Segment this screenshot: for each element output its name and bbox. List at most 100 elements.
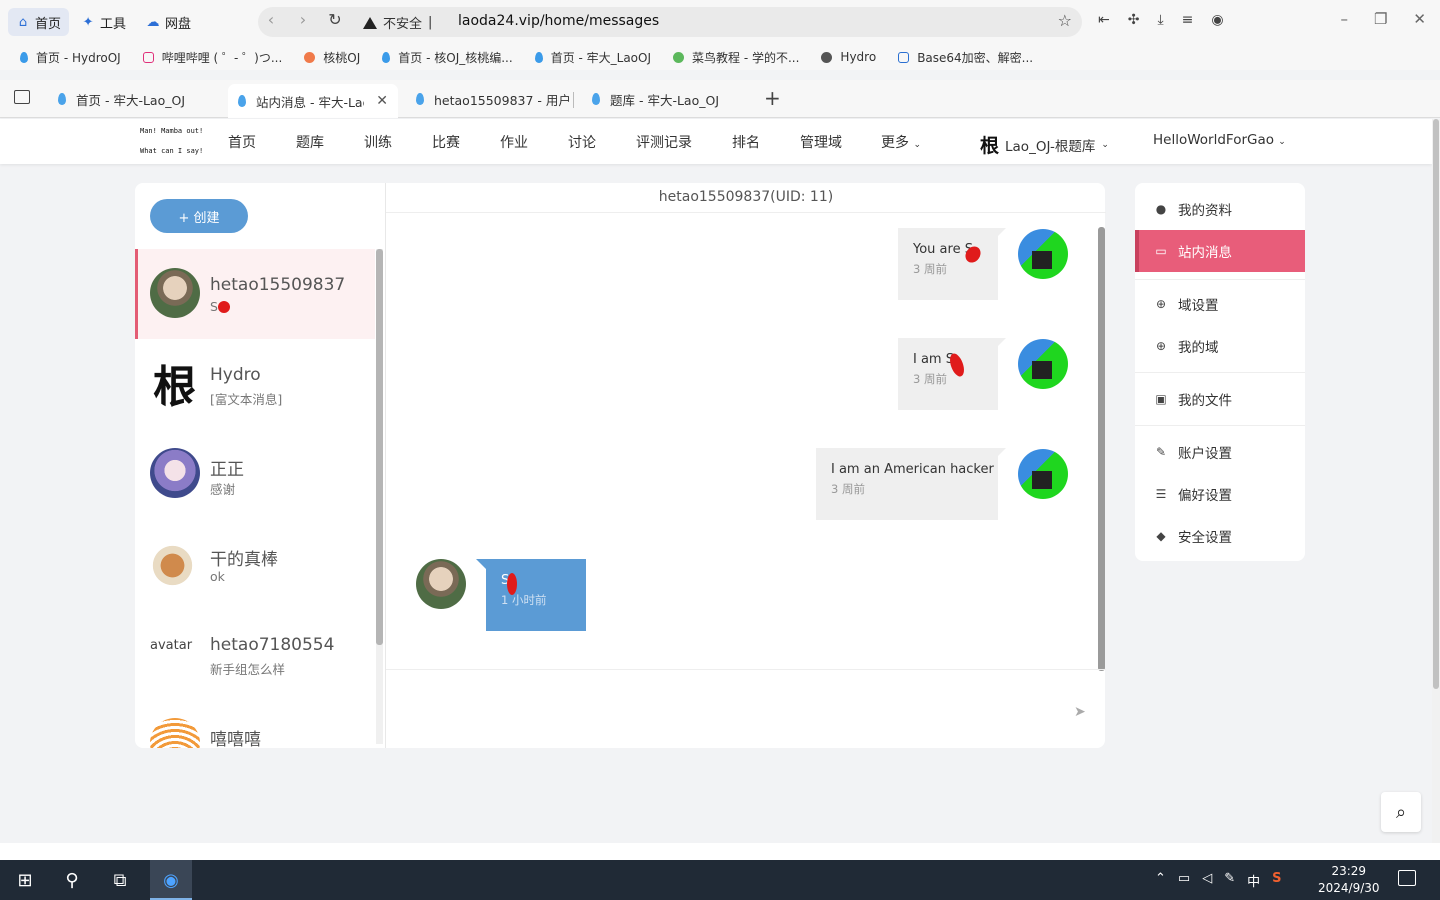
sogou-icon[interactable]: S: [1272, 871, 1281, 890]
close-tab-icon[interactable]: ✕: [376, 93, 388, 109]
tab-sidebar-icon[interactable]: [14, 90, 30, 104]
avatar: avatar: [150, 638, 193, 653]
nav-more-dropdown[interactable]: 更多 ⌄: [881, 132, 921, 152]
create-message-button[interactable]: + 创建: [150, 199, 248, 233]
menu-my-files[interactable]: ▣ 我的文件: [1135, 378, 1305, 420]
tab-messages[interactable]: 站内消息 - 牢大-Lao ✕: [228, 84, 398, 118]
back-icon[interactable]: ‹: [262, 10, 280, 29]
conversation-name: Hydro: [210, 365, 261, 385]
message-list: You are S 3 周前 I am S 3 周前 I am an Ameri…: [386, 213, 1096, 669]
extensions-icon[interactable]: ✣: [1128, 12, 1140, 28]
tab-user[interactable]: hetao15509837 - 用户: [406, 84, 576, 114]
clock[interactable]: 23:29 2024/9/30: [1318, 863, 1380, 897]
conversation-name: 嘻嘻嘻: [210, 730, 261, 748]
user-menu[interactable]: HelloWorldForGao ⌄: [1153, 132, 1286, 148]
search-icon[interactable]: ⌕: [1381, 792, 1421, 832]
bookmark[interactable]: 首页 - HydroOJ: [20, 49, 121, 66]
download-icon[interactable]: ⤓: [1157, 12, 1163, 28]
notification-icon[interactable]: [1398, 870, 1416, 886]
url-text[interactable]: laoda24.vip/home/messages: [458, 13, 659, 29]
cloud-pill-label: 网盘: [165, 16, 192, 32]
nav-records[interactable]: 评测记录: [636, 132, 692, 152]
conversation-item[interactable]: 嘻嘻嘻: [135, 699, 375, 748]
tab-home[interactable]: 首页 - 牢大-Lao_OJ: [48, 84, 218, 114]
globe-icon: ⊕: [1155, 339, 1167, 353]
avatar: [1018, 339, 1068, 389]
conversation-item[interactable]: 干的真棒 ok: [135, 519, 375, 609]
nav-contest[interactable]: 比赛: [432, 132, 460, 152]
search-icon[interactable]: ⚲: [60, 868, 84, 892]
drop-icon: [238, 95, 246, 107]
conversation-item[interactable]: 根 Hydro [富文本消息]: [135, 339, 375, 429]
user-side-menu: ● 我的资料 ▭ 站内消息 ⊕ 域设置 ⊕ 我的域 ▣ 我的文件 ✎ 账户设置 …: [1135, 183, 1305, 561]
ime-indicator[interactable]: 中: [1247, 871, 1260, 890]
volume-icon[interactable]: ◁: [1202, 871, 1212, 890]
close-window-icon[interactable]: ✕: [1413, 10, 1426, 28]
bookmark[interactable]: 菜鸟教程 - 学的不...: [673, 49, 799, 66]
restore-icon[interactable]: ❐: [1374, 10, 1387, 28]
task-view-icon[interactable]: ⧉: [108, 868, 132, 892]
menu-profile[interactable]: ● 我的资料: [1135, 188, 1305, 230]
scrollbar-thumb[interactable]: [376, 249, 383, 645]
bookmark[interactable]: 首页 - 牢大_LaoOJ: [534, 49, 651, 66]
tools-pill[interactable]: ✦ 工具: [73, 8, 134, 36]
nav-homework[interactable]: 作业: [500, 132, 528, 152]
page-scrollbar[interactable]: [1432, 119, 1440, 843]
network-icon[interactable]: ▭: [1178, 871, 1190, 890]
nav-ranking[interactable]: 排名: [732, 132, 760, 152]
bookmark-star-icon[interactable]: ☆: [1058, 11, 1072, 30]
reader-icon[interactable]: ⇤: [1098, 12, 1110, 28]
tools-pill-label: 工具: [100, 16, 127, 32]
bookmark[interactable]: Base64加密、解密...: [898, 49, 1033, 66]
bookmark[interactable]: 哔哩哔哩 ( ゜- ゜)つ...: [142, 49, 282, 66]
conversation-item[interactable]: avatar hetao7180554 新手组怎么样: [135, 609, 375, 699]
conversation-item[interactable]: 正正 感谢: [135, 429, 375, 519]
pen-icon[interactable]: ✎: [1224, 871, 1235, 890]
base64-icon: [898, 51, 910, 63]
taskbar-browser-button[interactable]: ◉: [150, 860, 192, 900]
message-input[interactable]: ➤: [386, 669, 1106, 748]
tools-icon: ✦: [82, 14, 94, 30]
menu-my-domains[interactable]: ⊕ 我的域: [1135, 325, 1305, 367]
avatar: [150, 538, 200, 588]
windows-start-icon[interactable]: ⊞: [13, 868, 37, 892]
tab-label: 站内消息 - 牢大-Lao: [256, 94, 365, 110]
cloud-pill[interactable]: ☁ 网盘: [138, 8, 199, 36]
menu-security[interactable]: ◆ 安全设置: [1135, 515, 1305, 557]
bookmark[interactable]: 核桃OJ: [304, 49, 360, 66]
minimize-icon[interactable]: –: [1340, 10, 1348, 28]
chat-scrollbar[interactable]: [1098, 219, 1105, 671]
nav-discuss[interactable]: 讨论: [568, 132, 596, 152]
bookmark-label: Hydro: [840, 50, 877, 64]
cloud-icon: ☁: [146, 14, 160, 30]
menu-messages[interactable]: ▭ 站内消息: [1135, 230, 1305, 272]
menu-domain-settings[interactable]: ⊕ 域设置: [1135, 283, 1305, 325]
scrollbar-thumb[interactable]: [1098, 227, 1105, 671]
drop-icon: [534, 51, 543, 63]
bookmark[interactable]: 首页 - 核OJ_核桃编...: [382, 49, 513, 66]
nav-manage[interactable]: 管理域: [800, 132, 842, 152]
domain-switcher[interactable]: 根 Lao_OJ-根题库 ⌄: [980, 131, 1109, 158]
menu-lines-icon[interactable]: ≡: [1182, 12, 1194, 28]
chevron-up-icon[interactable]: ⌃: [1155, 871, 1166, 890]
tab-problems[interactable]: 题库 - 牢大-Lao_OJ: [582, 84, 752, 114]
nav-training[interactable]: 训练: [364, 132, 392, 152]
reload-icon[interactable]: ↻: [326, 10, 344, 29]
menu-account-settings[interactable]: ✎ 账户设置: [1135, 431, 1305, 473]
profile-icon[interactable]: ◉: [1211, 12, 1223, 28]
nav-home[interactable]: 首页: [228, 132, 256, 152]
menu-preferences[interactable]: ☰ 偏好设置: [1135, 473, 1305, 515]
conversation-scrollbar[interactable]: [376, 249, 383, 744]
scrollbar-thumb[interactable]: [1433, 119, 1439, 689]
site-logo[interactable]: Man! Mamba out! What can I say!: [140, 126, 206, 158]
home-pill[interactable]: ⌂ 首页: [8, 8, 70, 36]
forward-icon[interactable]: ›: [294, 10, 312, 29]
bookmark[interactable]: Hydro: [821, 50, 876, 64]
send-icon[interactable]: ➤: [1074, 704, 1086, 720]
address-bar[interactable]: 不安全 | laoda24.vip/home/messages ☆: [258, 7, 1082, 37]
insecure-indicator[interactable]: 不安全 |: [363, 13, 432, 32]
walnut-icon: [304, 51, 316, 63]
nav-problems[interactable]: 题库: [296, 132, 324, 152]
new-tab-icon[interactable]: +: [764, 86, 781, 110]
conversation-item[interactable]: hetao15509837 S: [135, 249, 375, 339]
